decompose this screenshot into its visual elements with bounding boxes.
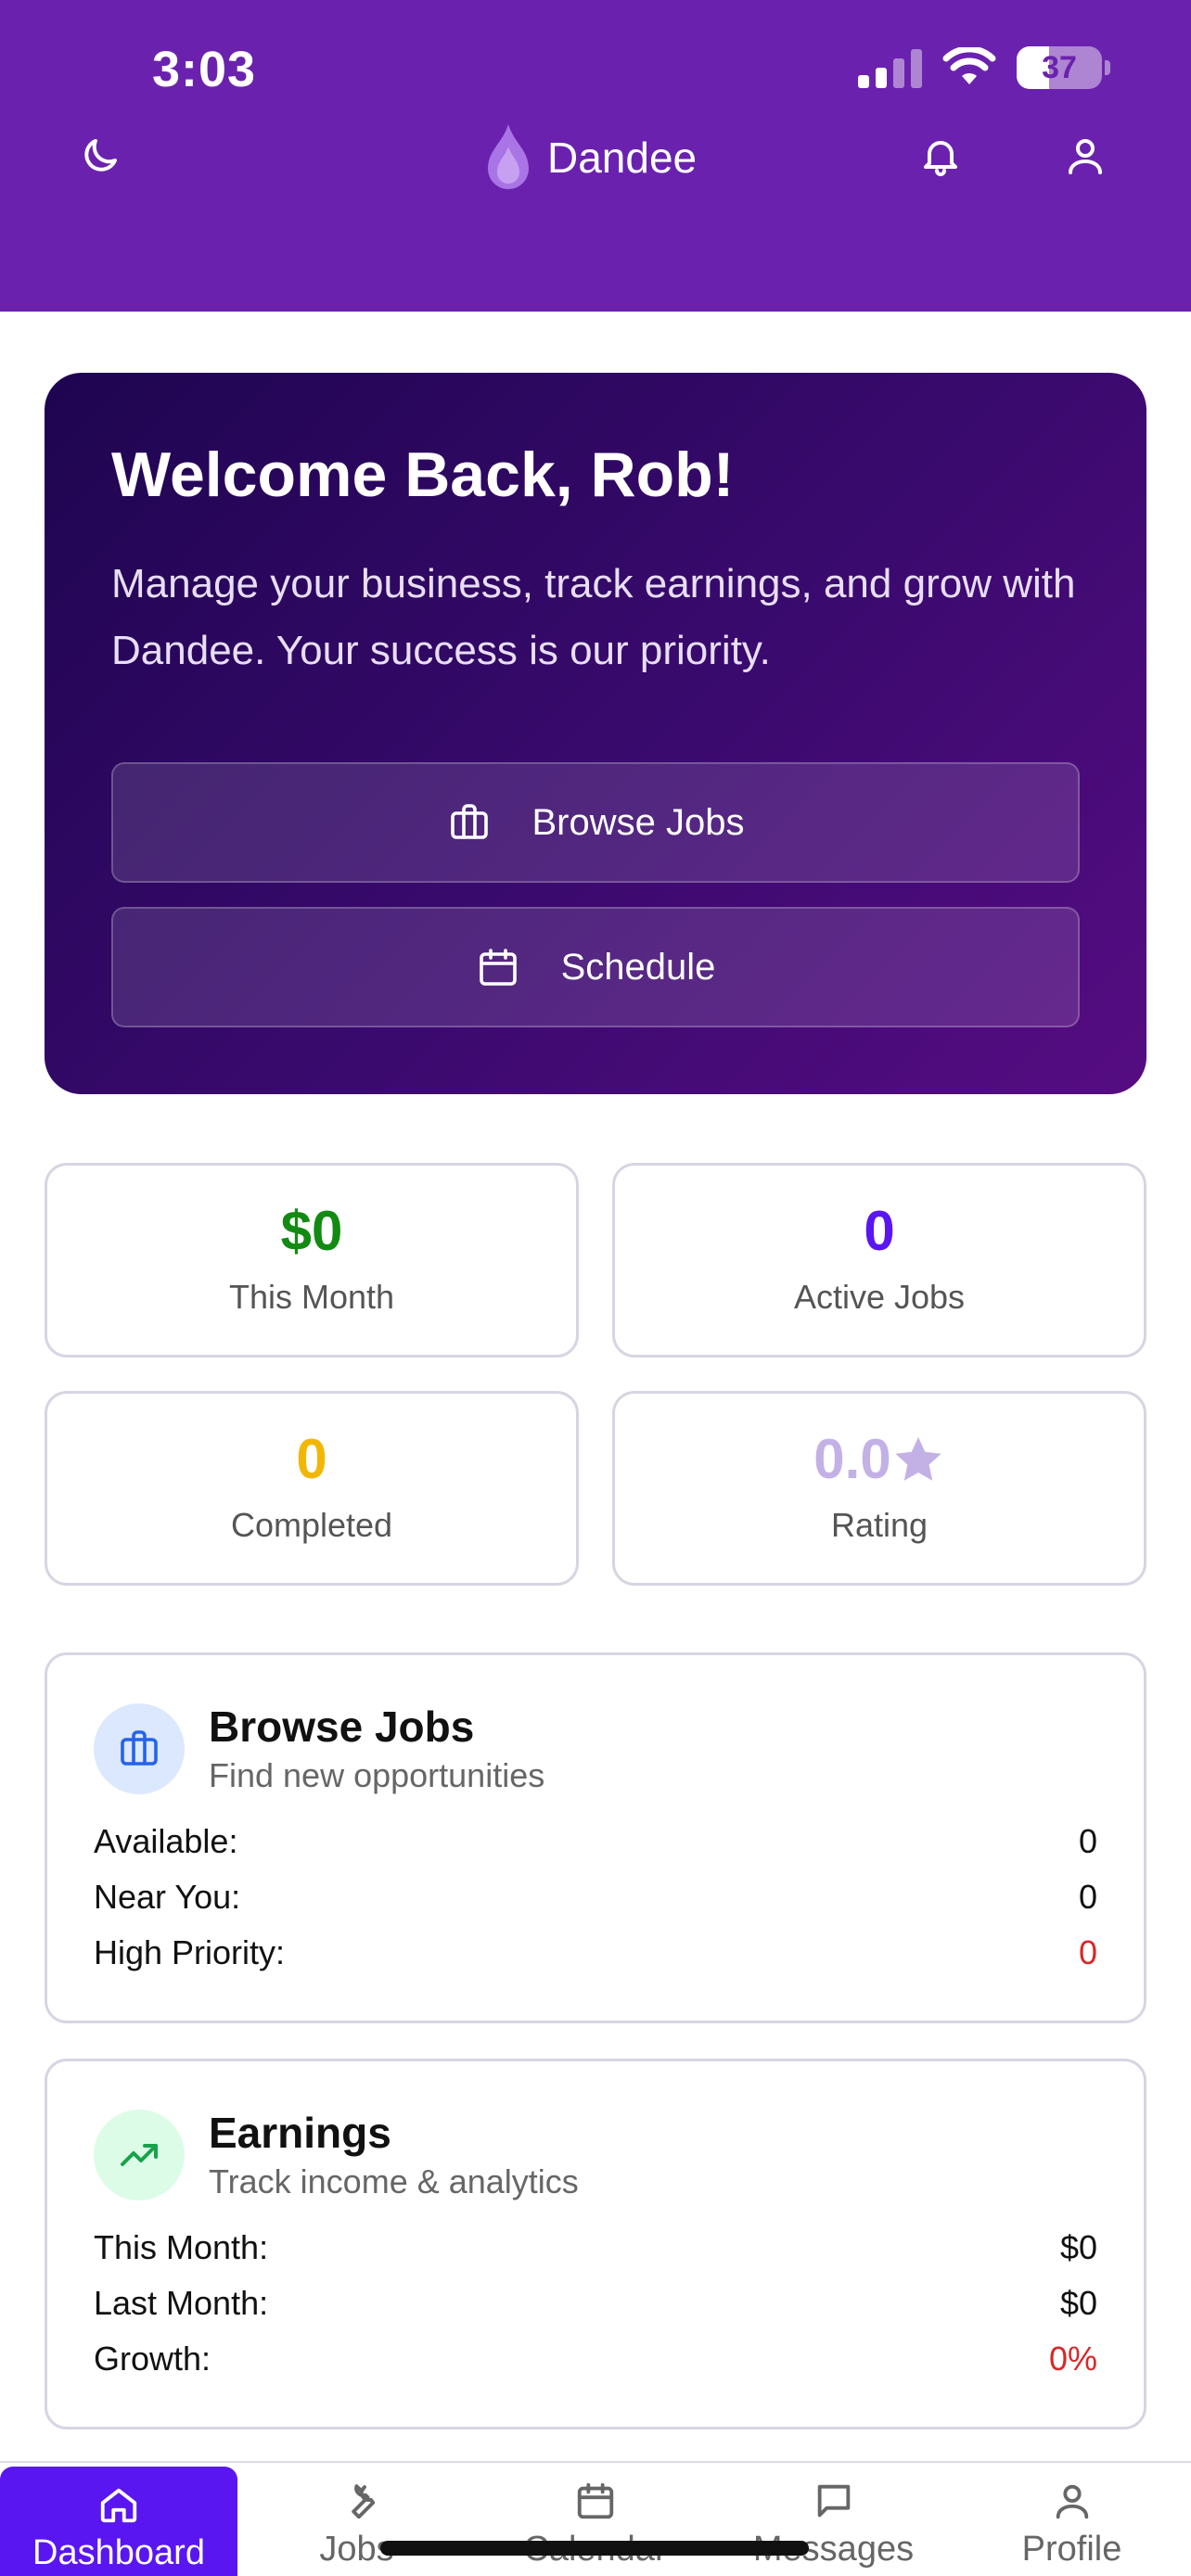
row-value: $0 bbox=[1059, 2227, 1097, 2266]
card-title: Earnings bbox=[209, 2109, 391, 2157]
browse-jobs-button[interactable]: Browse Jobs bbox=[111, 762, 1080, 883]
row-label: Last Month: bbox=[94, 2283, 269, 2322]
row-this-month: This Month: $0 bbox=[94, 2220, 1097, 2276]
browse-jobs-card[interactable]: Browse Jobs Find new opportunities Avail… bbox=[45, 1652, 1146, 2023]
message-icon bbox=[817, 2484, 850, 2518]
nav-label: Profile bbox=[1021, 2530, 1122, 2569]
browse-jobs-label: Browse Jobs bbox=[531, 801, 745, 843]
welcome-subtitle: Manage your business, track earnings, an… bbox=[111, 560, 1076, 673]
row-value: 0 bbox=[1078, 1932, 1097, 1971]
row-label: This Month: bbox=[94, 2227, 269, 2266]
schedule-button[interactable]: Schedule bbox=[111, 907, 1080, 1027]
card-subtitle: Track income & analytics bbox=[209, 2162, 579, 2200]
stat-label: Rating bbox=[830, 1506, 928, 1544]
rating-value: 0.0 bbox=[813, 1428, 891, 1490]
cellular-signal-icon bbox=[858, 47, 922, 88]
stat-label: Active Jobs bbox=[793, 1278, 966, 1316]
brand-logo[interactable]: Dandee bbox=[480, 121, 697, 195]
nav-profile[interactable]: Profile bbox=[953, 2463, 1191, 2576]
row-last-month: Last Month: $0 bbox=[94, 2276, 1097, 2331]
account-button[interactable] bbox=[1057, 128, 1113, 184]
row-value: 0 bbox=[1078, 1821, 1097, 1860]
nav-jobs[interactable]: Jobs bbox=[237, 2463, 476, 2576]
star-icon bbox=[895, 1436, 941, 1481]
card-icon-wrap bbox=[94, 2110, 185, 2201]
calendar-icon bbox=[577, 2482, 613, 2519]
row-value: $0 bbox=[1059, 2283, 1097, 2322]
user-icon bbox=[1069, 139, 1102, 174]
stat-value-wrap: 0.0 bbox=[813, 1432, 944, 1487]
trending-up-icon bbox=[121, 2144, 158, 2167]
stat-value: 0 bbox=[296, 1428, 327, 1490]
welcome-card: Welcome Back, Rob! Manage your business,… bbox=[45, 373, 1146, 1094]
row-label: High Priority: bbox=[94, 1932, 286, 1971]
row-value: 0 bbox=[1078, 1877, 1097, 1916]
brand-name: Dandee bbox=[547, 134, 698, 182]
stat-completed[interactable]: 0 Completed bbox=[45, 1391, 579, 1586]
dark-mode-toggle[interactable] bbox=[72, 128, 128, 184]
row-value: 0% bbox=[1048, 2339, 1097, 2378]
schedule-label: Schedule bbox=[560, 946, 716, 988]
home-icon bbox=[100, 2488, 137, 2523]
bottom-nav: Dashboard Jobs Calendar Messages Profile bbox=[0, 2461, 1191, 2576]
stat-rating[interactable]: 0.0 Rating bbox=[612, 1391, 1146, 1586]
notifications-button[interactable] bbox=[913, 128, 968, 184]
stat-this-month[interactable]: $0 This Month bbox=[45, 1163, 579, 1358]
stat-value: $0 bbox=[280, 1200, 343, 1262]
bell-icon bbox=[924, 141, 957, 176]
nav-dashboard[interactable]: Dashboard bbox=[0, 2467, 237, 2576]
stat-label: Completed bbox=[230, 1506, 393, 1544]
status-time: 3:03 bbox=[152, 42, 257, 97]
user-icon bbox=[1056, 2484, 1088, 2519]
nav-calendar[interactable]: Calendar bbox=[476, 2463, 714, 2576]
nav-label: Dashboard bbox=[32, 2533, 205, 2572]
card-title: Browse Jobs bbox=[209, 1702, 475, 1751]
droplet-logo-icon bbox=[488, 124, 529, 189]
stat-value: 0 bbox=[864, 1200, 895, 1262]
app-header: 3:03 37 Dandee bbox=[0, 0, 1191, 312]
row-label: Near You: bbox=[94, 1877, 241, 1916]
battery-level: 37 bbox=[1042, 49, 1077, 85]
briefcase-icon bbox=[450, 804, 488, 839]
moon-icon bbox=[84, 139, 117, 172]
card-icon-wrap bbox=[94, 1703, 185, 1795]
wifi-icon bbox=[942, 47, 996, 84]
row-label: Available: bbox=[94, 1821, 238, 1860]
row-label: Growth: bbox=[94, 2339, 211, 2378]
row-near-you: Near You: 0 bbox=[94, 1869, 1097, 1925]
row-growth: Growth: 0% bbox=[94, 2331, 1097, 2387]
card-subtitle: Find new opportunities bbox=[209, 1755, 545, 1794]
earnings-card[interactable]: Earnings Track income & analytics This M… bbox=[45, 2059, 1146, 2429]
row-high-priority: High Priority: 0 bbox=[94, 1925, 1097, 1981]
status-icons: 37 bbox=[858, 46, 1110, 89]
calendar-icon bbox=[479, 949, 517, 986]
battery-icon: 37 bbox=[1017, 46, 1110, 89]
welcome-title: Welcome Back, Rob! bbox=[111, 440, 735, 510]
briefcase-icon bbox=[121, 1730, 158, 1766]
stat-label: This Month bbox=[228, 1278, 395, 1316]
wrench-icon bbox=[351, 2484, 375, 2519]
home-indicator bbox=[380, 2541, 809, 2556]
nav-messages[interactable]: Messages bbox=[714, 2463, 953, 2576]
row-available: Available: 0 bbox=[94, 1814, 1097, 1869]
stat-active-jobs[interactable]: 0 Active Jobs bbox=[612, 1163, 1146, 1358]
